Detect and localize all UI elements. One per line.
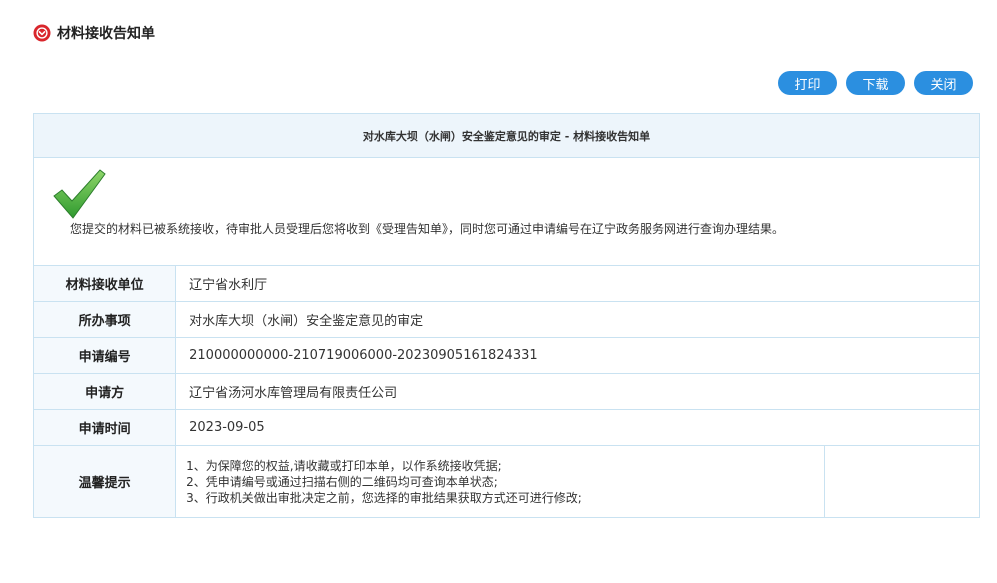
row-value: 210000000000-210719006000-20230905161824… — [175, 337, 980, 374]
notice-row: 您提交的材料已被系统接收，待审批人员受理后您将收到《受理告知单》，同时您可通过申… — [33, 157, 980, 266]
close-button[interactable]: 关闭 — [914, 71, 973, 95]
notice-cell: 您提交的材料已被系统接收，待审批人员受理后您将收到《受理告知单》，同时您可通过申… — [33, 157, 980, 266]
download-button[interactable]: 下载 — [846, 71, 905, 95]
tips-label: 温馨提示 — [32, 445, 177, 518]
tip-line: 3、行政机关做出审批决定之前，您选择的审批结果获取方式还可进行修改; — [186, 490, 582, 505]
row-label: 申请方 — [32, 373, 177, 410]
tips-row: 温馨提示 1、为保障您的权益,请收藏或打印本单，以作系统接收凭据; 2、凭申请编… — [32, 445, 981, 518]
qr-code-cell — [823, 445, 981, 518]
row-label: 申请时间 — [32, 409, 177, 446]
receipt-table: 对水库大坝（水闸）安全鉴定意见的审定 - 材料接收告知单 您提交的材料已被系统接… — [32, 113, 981, 518]
row-value: 辽宁省汤河水库管理局有限责任公司 — [175, 373, 980, 410]
page-title: 材料接收告知单 — [57, 26, 155, 42]
print-button[interactable]: 打印 — [778, 71, 837, 95]
row-value: 2023-09-05 — [175, 409, 980, 446]
tips-content: 1、为保障您的权益,请收藏或打印本单，以作系统接收凭据; 2、凭申请编号或通过扫… — [175, 445, 825, 518]
table-row: 申请时间 2023-09-05 — [32, 409, 980, 446]
red-circle-chevron-icon — [33, 24, 51, 42]
row-value: 辽宁省水利厅 — [175, 265, 980, 302]
table-row: 材料接收单位 辽宁省水利厅 — [32, 265, 980, 302]
toolbar: 打印 下载 关闭 — [778, 71, 973, 95]
row-label: 所办事项 — [32, 301, 177, 338]
green-checkmark-icon — [52, 166, 106, 222]
table-row: 所办事项 对水库大坝（水闸）安全鉴定意见的审定 — [32, 301, 980, 338]
caption-row: 对水库大坝（水闸）安全鉴定意见的审定 - 材料接收告知单 — [33, 113, 980, 158]
page: 材料接收告知单 打印 下载 关闭 对水库大坝（水闸）安全鉴定意见的审定 - 材料… — [0, 0, 997, 583]
row-label: 申请编号 — [32, 337, 177, 374]
row-label: 材料接收单位 — [32, 265, 177, 302]
table-row: 申请方 辽宁省汤河水库管理局有限责任公司 — [32, 373, 980, 410]
tip-line: 2、凭申请编号或通过扫描右侧的二维码均可查询本单状态; — [186, 474, 498, 489]
tip-line: 1、为保障您的权益,请收藏或打印本单，以作系统接收凭据; — [186, 458, 502, 473]
page-header: 材料接收告知单 — [33, 23, 155, 43]
notice-text: 您提交的材料已被系统接收，待审批人员受理后您将收到《受理告知单》，同时您可通过申… — [70, 222, 785, 236]
table-caption: 对水库大坝（水闸）安全鉴定意见的审定 - 材料接收告知单 — [33, 113, 980, 158]
row-value: 对水库大坝（水闸）安全鉴定意见的审定 — [175, 301, 980, 338]
table-row: 申请编号 210000000000-210719006000-202309051… — [32, 337, 980, 374]
